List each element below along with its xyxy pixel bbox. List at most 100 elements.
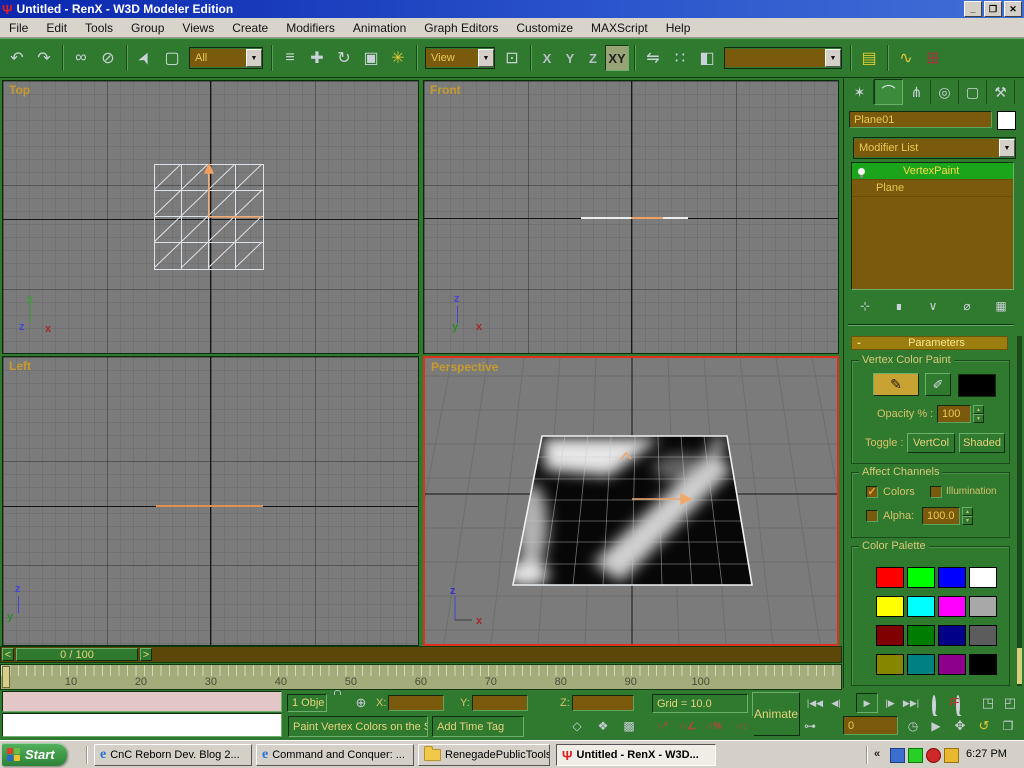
viewport-left[interactable]: z y Left: [2, 356, 419, 646]
menu-item[interactable]: Views: [173, 21, 223, 35]
snap-toggle-icon[interactable]: ◇: [566, 716, 588, 736]
maxscript-listener-pink[interactable]: [2, 691, 282, 712]
zoom-extents-icon[interactable]: ◳: [978, 694, 998, 712]
tray-network-icon[interactable]: [890, 748, 905, 763]
time-slider-button[interactable]: 0 / 100: [16, 648, 138, 661]
rectangular-selection-region-icon[interactable]: ▢: [159, 44, 185, 72]
restrict-z-button[interactable]: Z: [582, 46, 604, 70]
modifier-stack-item-selected[interactable]: VertexPaint: [852, 163, 1013, 179]
undo-icon[interactable]: ↶: [4, 44, 30, 72]
spinner-down-icon[interactable]: ▼: [962, 516, 973, 525]
tray-messenger-icon[interactable]: [944, 748, 959, 763]
viewport-label[interactable]: Perspective: [431, 360, 498, 374]
palette-swatch[interactable]: [907, 654, 935, 675]
object-name-field[interactable]: Plane01: [849, 111, 992, 128]
show-end-result-icon[interactable]: ∎: [886, 296, 912, 316]
select-by-name-icon[interactable]: ≡: [277, 44, 303, 72]
absolute-mode-icon[interactable]: ⊕: [352, 694, 370, 712]
time-slider-track[interactable]: < 0 / 100 >: [0, 646, 842, 663]
time-slider-prev-button[interactable]: <: [2, 648, 14, 661]
menu-item[interactable]: Graph Editors: [415, 21, 507, 35]
viewport-label[interactable]: Left: [9, 359, 31, 373]
zoom-icon[interactable]: [932, 697, 936, 715]
current-frame-field[interactable]: 0: [843, 716, 898, 735]
select-object-icon[interactable]: ➤: [127, 40, 163, 75]
taskbar-task-cnc-reborn[interactable]: e CnC Reborn Dev. Blog 2...: [94, 744, 252, 766]
tab-create[interactable]: ✶: [846, 80, 874, 104]
palette-swatch[interactable]: [938, 567, 966, 588]
select-and-link-icon[interactable]: ∞: [68, 44, 94, 72]
close-button[interactable]: ✕: [1004, 1, 1022, 17]
menu-item[interactable]: Animation: [344, 21, 415, 35]
paint-color-swatch[interactable]: [958, 374, 996, 397]
modifier-enabled-bulb-icon[interactable]: [858, 168, 865, 175]
start-button[interactable]: Start: [2, 743, 67, 766]
opacity-field[interactable]: 100: [937, 405, 971, 423]
spinner-snap-icon[interactable]: ∩↕: [730, 716, 754, 736]
mirror-icon[interactable]: ⇋: [640, 44, 666, 72]
time-slider-next-button[interactable]: >: [140, 648, 152, 661]
use-pivot-center-icon[interactable]: ⊡: [499, 44, 525, 72]
arc-rotate-icon[interactable]: ↺: [974, 716, 994, 736]
palette-swatch[interactable]: [969, 567, 997, 588]
taskbar-task-command-and-conquer[interactable]: e Command and Conquer: ...: [256, 744, 414, 766]
go-to-start-button[interactable]: |◀◀: [804, 694, 826, 712]
spinner-up-icon[interactable]: ▲: [973, 405, 984, 414]
schematic-view-icon[interactable]: ⊞: [920, 44, 946, 72]
zoom-all-icon[interactable]: [956, 697, 960, 715]
track-bar-frame-marker[interactable]: [2, 666, 10, 688]
viewport-label[interactable]: Top: [9, 83, 30, 97]
opacity-spinner[interactable]: ▲ ▼: [973, 405, 984, 423]
dropdown-arrow-icon[interactable]: ▼: [478, 49, 494, 67]
vertcol-toggle-button[interactable]: VertCol: [907, 433, 955, 453]
animate-button[interactable]: Animate: [752, 692, 800, 736]
palette-swatch[interactable]: [938, 654, 966, 675]
array-icon[interactable]: ∷: [667, 44, 693, 72]
restrict-y-button[interactable]: Y: [559, 46, 581, 70]
zoom-extents-all-icon[interactable]: ◰: [1000, 694, 1020, 712]
track-view-icon[interactable]: ▤: [856, 44, 882, 72]
palette-swatch[interactable]: [876, 567, 904, 588]
snap-face-icon[interactable]: ▩: [618, 716, 640, 736]
min-max-toggle-icon[interactable]: ❐: [998, 716, 1018, 736]
named-selection-sets-dropdown[interactable]: ▼: [724, 47, 842, 69]
illumination-checkbox[interactable]: [930, 486, 942, 498]
snap-frozen-icon[interactable]: ❖: [592, 716, 614, 736]
dropdown-arrow-icon[interactable]: ▼: [246, 49, 262, 67]
palette-swatch[interactable]: [907, 625, 935, 646]
select-and-scale-icon[interactable]: ▣: [358, 44, 384, 72]
restore-button[interactable]: ❐: [984, 1, 1002, 17]
menu-item[interactable]: Modifiers: [277, 21, 344, 35]
modifier-stack[interactable]: VertexPaint Plane: [851, 162, 1014, 290]
modifier-stack-item[interactable]: Plane: [852, 179, 1013, 196]
plane-edge-line[interactable]: [156, 505, 263, 507]
palette-swatch[interactable]: [969, 654, 997, 675]
alpha-field[interactable]: 100.0: [922, 507, 960, 525]
play-mode-icon[interactable]: ▶: [926, 716, 946, 736]
percent-snap-icon[interactable]: ∩%: [702, 716, 726, 736]
dropdown-arrow-icon[interactable]: ▼: [999, 139, 1015, 157]
restrict-xy-plane-button[interactable]: XY: [605, 45, 629, 71]
perspective-scene[interactable]: z x: [425, 358, 837, 644]
previous-frame-button[interactable]: ◀|: [828, 694, 844, 712]
menu-item[interactable]: Create: [223, 21, 277, 35]
panel-scrollbar-thumb[interactable]: [1017, 648, 1022, 684]
tab-display[interactable]: ▢: [959, 80, 987, 104]
menu-item[interactable]: Edit: [37, 21, 76, 35]
parameters-rollout[interactable]: - Parameters: [851, 336, 1008, 350]
align-icon[interactable]: ◧: [694, 44, 720, 72]
remove-modifier-icon[interactable]: ⌀: [954, 296, 980, 316]
track-bar[interactable]: 102030405060708090100: [0, 664, 842, 690]
spinner-down-icon[interactable]: ▼: [973, 414, 984, 423]
curve-editor-icon[interactable]: ∿: [893, 44, 919, 72]
shaded-toggle-button[interactable]: Shaded: [959, 433, 1005, 453]
panel-scrollbar[interactable]: [1017, 336, 1022, 686]
alpha-checkbox[interactable]: [866, 510, 878, 522]
angle-snap-icon[interactable]: ∩∠: [676, 716, 700, 736]
configure-modifier-sets-icon[interactable]: ▦: [988, 296, 1014, 316]
menu-item[interactable]: Help: [657, 21, 700, 35]
viewport-front[interactable]: z y x Front: [423, 80, 839, 354]
modifier-list-dropdown[interactable]: Modifier List ▼: [853, 137, 1016, 159]
select-and-rotate-icon[interactable]: ↻: [331, 44, 357, 72]
tray-app-icon[interactable]: [908, 748, 923, 763]
